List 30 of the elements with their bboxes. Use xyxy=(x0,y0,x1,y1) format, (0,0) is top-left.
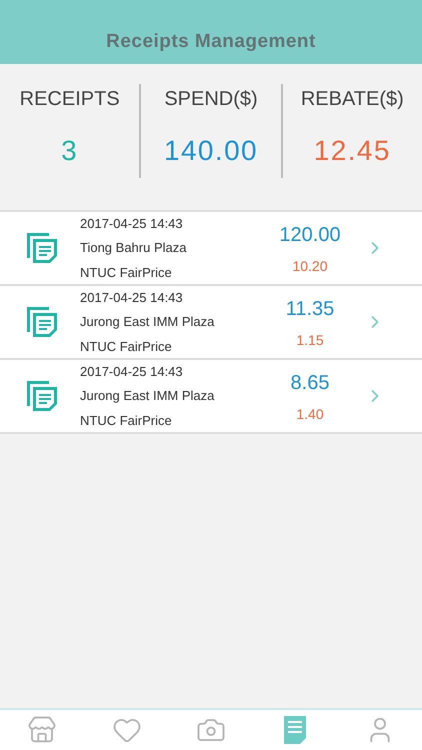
document-icon xyxy=(284,716,306,744)
receipt-datetime: 2017-04-25 14:43 xyxy=(80,288,184,307)
receipt-merchant: NTUC FairPrice xyxy=(80,338,173,356)
receipt-icon xyxy=(25,379,59,413)
receipt-spend: 120.00 xyxy=(279,222,341,248)
receipt-icon xyxy=(25,231,59,265)
receipt-row[interactable]: 2017-04-25 14:43 Jurong East IMM Plaza NTUC FairPrice 8.65 1.40 xyxy=(0,360,422,434)
receipt-merchant: NTUC FairPrice xyxy=(80,412,173,430)
summary-value: 12.45 xyxy=(314,134,391,168)
receipt-merchant: NTUC FairPrice xyxy=(80,264,173,282)
receipt-row[interactable]: 2017-04-25 14:43 Jurong East IMM Plaza NTUC FairPrice 11.35 1.15 xyxy=(0,286,422,360)
receipt-rebate: 10.20 xyxy=(292,256,328,276)
summary-label: REBATE($) xyxy=(300,87,404,112)
page-title: Receipts Management xyxy=(106,30,316,54)
receipt-row[interactable]: 2017-04-25 14:43 Tiong Bahru Plaza NTUC FairPrice 120.00 10.20 xyxy=(0,212,422,286)
receipt-location: Jurong East IMM Plaza xyxy=(80,387,216,406)
receipt-datetime: 2017-04-25 14:43 xyxy=(80,362,184,381)
summary-label: SPEND($) xyxy=(164,87,258,112)
receipt-rebate: 1.40 xyxy=(296,404,324,424)
receipt-spend: 8.65 xyxy=(290,370,330,396)
receipt-rebate: 1.15 xyxy=(296,330,324,350)
receipt-datetime: 2017-04-25 14:43 xyxy=(80,214,184,233)
receipt-icon xyxy=(25,305,59,339)
summary-value: 140.00 xyxy=(164,134,258,168)
receipt-location: Jurong East IMM Plaza xyxy=(80,313,216,332)
summary-label: RECEIPTS xyxy=(20,87,120,112)
store-icon xyxy=(27,715,58,745)
receipt-spend: 11.35 xyxy=(286,296,334,322)
summary-value: 3 xyxy=(61,134,78,168)
receipt-location: Tiong Bahru Plaza xyxy=(80,239,188,258)
